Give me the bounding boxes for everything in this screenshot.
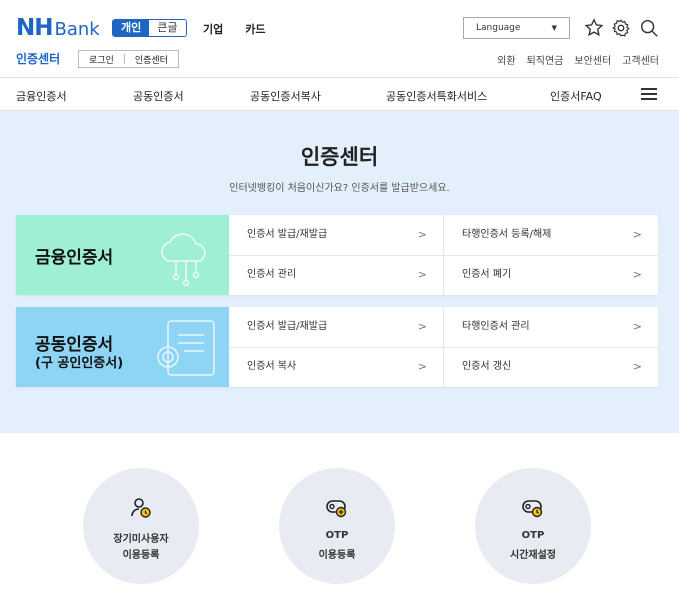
nav-joint-cert[interactable]: 공동인증서	[133, 88, 184, 104]
chevron-right-icon: >	[632, 228, 642, 241]
financial-cert-card: 금융인증서 인증서 발급/재발급 > 타행인증서 등록/해제 > 인증서 관리 > 인…	[16, 215, 658, 295]
top-nav-business[interactable]: 기업	[203, 21, 223, 37]
link-security-center[interactable]: 보안센터	[574, 52, 611, 67]
sub-buttons: 로그인 인증센터	[78, 50, 179, 68]
chevron-right-icon: >	[417, 268, 427, 281]
cell-label: 인증서 발급/재발급	[247, 321, 328, 332]
cell-label: 인증서 발급/재발급	[247, 229, 328, 240]
cert-revoke-link[interactable]: 인증서 폐기 >	[444, 255, 658, 295]
chevron-right-icon: >	[632, 268, 642, 281]
top-nav-card[interactable]: 카드	[245, 21, 265, 37]
cell-label: 타행인증서 등록/해제	[462, 229, 552, 240]
search-icon[interactable]	[638, 17, 660, 39]
card-subtitle: (구 공인인증서)	[35, 356, 124, 371]
circle-label: 이용등록	[318, 550, 356, 561]
financial-cert-panel: 금융인증서	[16, 215, 229, 295]
mode-personal-button[interactable]: 개인	[113, 20, 150, 36]
cert-issue-link[interactable]: 인증서 발급/재발급 >	[229, 215, 443, 255]
joint-cert-issue-link[interactable]: 인증서 발급/재발급 >	[229, 307, 443, 347]
cell-label: 인증서 갱신	[462, 361, 512, 372]
chevron-right-icon: >	[417, 228, 427, 241]
cert-center-button[interactable]: 인증센터	[125, 53, 178, 66]
card-title: 금융인증서	[35, 248, 114, 268]
page-title: 인증센터	[300, 145, 379, 169]
utility-links: 외환 퇴직연금 보안센터 고객센터	[497, 52, 659, 67]
cell-label: 인증서 폐기	[462, 269, 512, 280]
cell-label: 인증서 복사	[247, 361, 297, 372]
otp-time-reset-button[interactable]: OTP 시간재설정	[475, 468, 591, 584]
circle-label: 장기미사용자	[113, 534, 169, 545]
top-nav: 기업 카드	[203, 21, 266, 37]
nav-financial-cert[interactable]: 금융인증서	[16, 88, 67, 104]
dormant-user-register-button[interactable]: 장기미사용자 이용등록	[83, 468, 199, 584]
other-bank-cert-register-link[interactable]: 타행인증서 등록/해제 >	[444, 215, 658, 255]
chevron-right-icon: >	[632, 320, 642, 333]
nav-joint-cert-special[interactable]: 공동인증서특화서비스	[386, 88, 487, 104]
cell-label: 타행인증서 관리	[462, 321, 530, 332]
page-subtitle: 인터넷뱅킹이 처음이신가요? 인증서를 발급받으세요.	[229, 183, 450, 194]
circle-label: OTP	[325, 530, 349, 541]
nh-bank-logo[interactable]: NH Bank	[16, 15, 100, 41]
other-bank-cert-manage-link[interactable]: 타행인증서 관리 >	[444, 307, 658, 347]
cert-renew-link[interactable]: 인증서 갱신 >	[444, 347, 658, 387]
mode-toggle: 개인 큰글	[112, 19, 187, 37]
joint-cert-card: 공동인증서 (구 공인인증서) 인증서 발급/재발급 > 타행인증서 관리 > 인증…	[16, 307, 658, 387]
star-icon[interactable]	[583, 17, 605, 39]
certificate-scroll-icon	[157, 320, 215, 376]
chevron-right-icon: >	[632, 360, 642, 373]
cloud-network-icon	[161, 233, 206, 287]
nav-cert-faq[interactable]: 인증서FAQ	[550, 88, 602, 104]
gear-icon[interactable]	[610, 17, 632, 39]
circle-label: 이용등록	[122, 550, 160, 561]
circle-label: OTP	[521, 530, 545, 541]
otp-register-button[interactable]: OTP 이용등록	[279, 468, 395, 584]
cert-copy-link[interactable]: 인증서 복사 >	[229, 347, 443, 387]
cert-manage-link[interactable]: 인증서 관리 >	[229, 255, 443, 295]
otp-add-icon	[326, 500, 347, 518]
link-customer-center[interactable]: 고객센터	[622, 52, 659, 67]
caret-down-icon: ▼	[551, 24, 557, 32]
link-pension[interactable]: 퇴직연금	[527, 52, 564, 67]
otp-time-icon	[522, 500, 543, 518]
nav-joint-cert-copy[interactable]: 공동인증서복사	[250, 88, 321, 104]
hero-section: 인증센터 인터넷뱅킹이 처음이신가요? 인증서를 발급받으세요. 금융인증서 인…	[0, 111, 679, 433]
cell-label: 인증서 관리	[247, 269, 297, 280]
header: NH Bank 개인 큰글 기업 카드 Language ▼ 인증센터 로그인 …	[0, 0, 679, 78]
section-title[interactable]: 인증센터	[16, 50, 60, 67]
chevron-right-icon: >	[417, 320, 427, 333]
menu-icon[interactable]	[641, 88, 657, 100]
main-nav: 금융인증서 공동인증서 공동인증서복사 공동인증서특화서비스 인증서FAQ	[0, 78, 679, 111]
user-clock-icon	[131, 498, 151, 518]
language-select[interactable]: Language ▼	[463, 17, 570, 39]
chevron-right-icon: >	[417, 360, 427, 373]
joint-cert-panel: 공동인증서 (구 공인인증서)	[16, 307, 229, 387]
link-foreign-exchange[interactable]: 외환	[497, 52, 515, 67]
login-button[interactable]: 로그인	[79, 53, 124, 66]
logo-nh: NH	[16, 15, 53, 41]
mode-large-text-button[interactable]: 큰글	[149, 20, 186, 36]
circle-label: 시간재설정	[510, 550, 556, 561]
language-label: Language	[476, 23, 521, 33]
logo-bank: Bank	[54, 19, 100, 40]
